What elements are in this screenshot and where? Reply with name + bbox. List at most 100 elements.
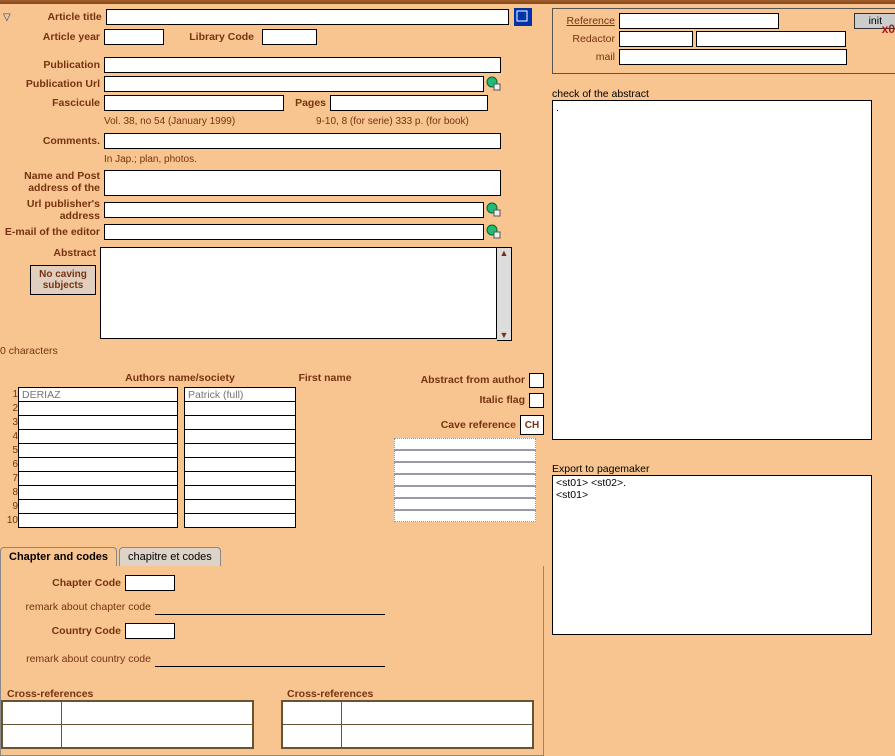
- author-first-input[interactable]: [184, 443, 296, 458]
- url-pub-label: Url publisher's address: [0, 198, 104, 222]
- publication-url-label: Publication Url: [0, 78, 104, 90]
- author-name-input[interactable]: [18, 415, 178, 430]
- email-editor-input[interactable]: [104, 224, 484, 240]
- remark-country-label: remark about country code: [1, 653, 155, 665]
- cave-ref-label: Cave reference: [441, 419, 520, 431]
- abstract-label: Abstract: [0, 247, 100, 259]
- check-abstract-label: check of the abstract: [552, 88, 653, 100]
- chapter-code-input[interactable]: [125, 575, 175, 591]
- no-caving-subjects-button[interactable]: No caving subjects: [30, 265, 96, 295]
- author-first-input[interactable]: [184, 485, 296, 500]
- export-label: Export to pagemaker: [552, 463, 653, 475]
- reference-label: Reference: [559, 15, 619, 27]
- comments-hint: In Jap.; plan, photos.: [104, 154, 197, 165]
- article-year-input[interactable]: [104, 29, 164, 45]
- remark-chapter-label: remark about chapter code: [1, 601, 155, 613]
- author-name-input[interactable]: [18, 429, 178, 444]
- pages-hint: 9-10, 8 (for serie) 333 p. (for book): [316, 116, 469, 127]
- cross-ref-2b[interactable]: [62, 725, 254, 749]
- italic-flag-checkbox[interactable]: [529, 393, 544, 408]
- author-first-input[interactable]: [184, 401, 296, 416]
- author-row-num: 3: [0, 415, 18, 429]
- reference-input[interactable]: [619, 13, 779, 29]
- reference-box: Reference init Redactor mail: [552, 8, 895, 74]
- cross-ref2-2a[interactable]: [282, 725, 342, 749]
- author-first-input[interactable]: [184, 415, 296, 430]
- article-title-label: Article title: [14, 11, 106, 23]
- chapter-code-label: Chapter Code: [1, 577, 125, 589]
- url-pub-input[interactable]: [104, 202, 484, 218]
- collapse-icon[interactable]: ▽: [0, 12, 14, 23]
- pages-input[interactable]: [330, 95, 488, 111]
- check-abstract-textarea[interactable]: [552, 100, 872, 440]
- open-url-pub-icon[interactable]: [486, 202, 502, 218]
- author-first-input[interactable]: [184, 457, 296, 472]
- author-row-num: 8: [0, 485, 18, 499]
- cross-ref-1b[interactable]: [62, 701, 254, 725]
- cross-ref-label-1: Cross-references: [1, 688, 97, 700]
- cross-ref-label-2: Cross-references: [281, 688, 377, 700]
- cross-ref2-1b[interactable]: [342, 701, 534, 725]
- author-name-input[interactable]: [18, 513, 178, 528]
- comments-input[interactable]: [104, 133, 501, 149]
- publication-label: Publication: [0, 59, 104, 71]
- fill-color-icon[interactable]: [514, 8, 532, 26]
- author-name-input[interactable]: [18, 443, 178, 458]
- library-code-input[interactable]: [262, 29, 317, 45]
- author-first-input[interactable]: [184, 429, 296, 444]
- redactor-input-1[interactable]: [619, 31, 693, 47]
- authors-table: 12345678910: [0, 387, 296, 527]
- redactor-input-2[interactable]: [696, 31, 846, 47]
- mail-input[interactable]: [619, 49, 847, 65]
- cross-ref2-1a[interactable]: [282, 701, 342, 725]
- tab-chapter-and-codes[interactable]: Chapter and codes: [0, 547, 117, 566]
- author-name-input[interactable]: [18, 457, 178, 472]
- fascicule-label: Fascicule: [0, 97, 104, 109]
- author-name-input[interactable]: [18, 499, 178, 514]
- author-row-num: 6: [0, 457, 18, 471]
- article-title-input[interactable]: [106, 9, 509, 25]
- url-pub-l1: Url publisher's: [27, 198, 100, 210]
- publication-url-input[interactable]: [104, 76, 484, 92]
- author-first-input[interactable]: [184, 471, 296, 486]
- author-first-input[interactable]: [184, 499, 296, 514]
- country-code-input[interactable]: [125, 623, 175, 639]
- scroll-up-icon[interactable]: ▲: [500, 248, 509, 258]
- name-post-input[interactable]: [104, 170, 501, 196]
- cross-ref2-2b[interactable]: [342, 725, 534, 749]
- author-name-input[interactable]: [18, 401, 178, 416]
- author-row-num: 9: [0, 499, 18, 513]
- redactor-label: Redactor: [559, 33, 619, 45]
- name-post-l2: address of the: [28, 182, 100, 194]
- notes-area[interactable]: [394, 438, 536, 522]
- fascicule-input[interactable]: [104, 95, 284, 111]
- cave-ref-button[interactable]: CH: [520, 415, 544, 435]
- pages-label: Pages: [284, 97, 330, 109]
- mail-label: mail: [559, 51, 619, 63]
- scroll-down-icon[interactable]: ▼: [500, 330, 509, 340]
- author-first-input[interactable]: [184, 513, 296, 528]
- publication-input[interactable]: [104, 57, 501, 73]
- author-first-input[interactable]: [184, 387, 296, 402]
- abstract-textarea[interactable]: [100, 247, 497, 339]
- abstract-from-author-checkbox[interactable]: [529, 373, 544, 388]
- remark-country-input[interactable]: [155, 651, 385, 667]
- x0-marker: x0: [882, 22, 895, 36]
- cross-ref-2a[interactable]: [2, 725, 62, 749]
- mail-icon[interactable]: [486, 224, 502, 240]
- export-textarea[interactable]: [552, 475, 872, 635]
- comments-label: Comments.: [0, 135, 104, 147]
- tab-chapitre-et-codes[interactable]: chapitre et codes: [119, 547, 221, 566]
- cross-ref-1a[interactable]: [2, 701, 62, 725]
- author-name-input[interactable]: [18, 471, 178, 486]
- author-row-num: 1: [0, 387, 18, 401]
- authors-name-header: Authors name/society: [100, 372, 264, 384]
- author-name-input[interactable]: [18, 485, 178, 500]
- url-pub-l2: address: [60, 210, 100, 222]
- article-year-label: Article year: [0, 31, 104, 43]
- email-editor-label: E-mail of the editor: [0, 226, 104, 238]
- remark-chapter-input[interactable]: [155, 599, 385, 615]
- open-url-icon[interactable]: [486, 76, 502, 92]
- name-post-label: Name and Post address of the: [0, 170, 104, 194]
- author-name-input[interactable]: [18, 387, 178, 402]
